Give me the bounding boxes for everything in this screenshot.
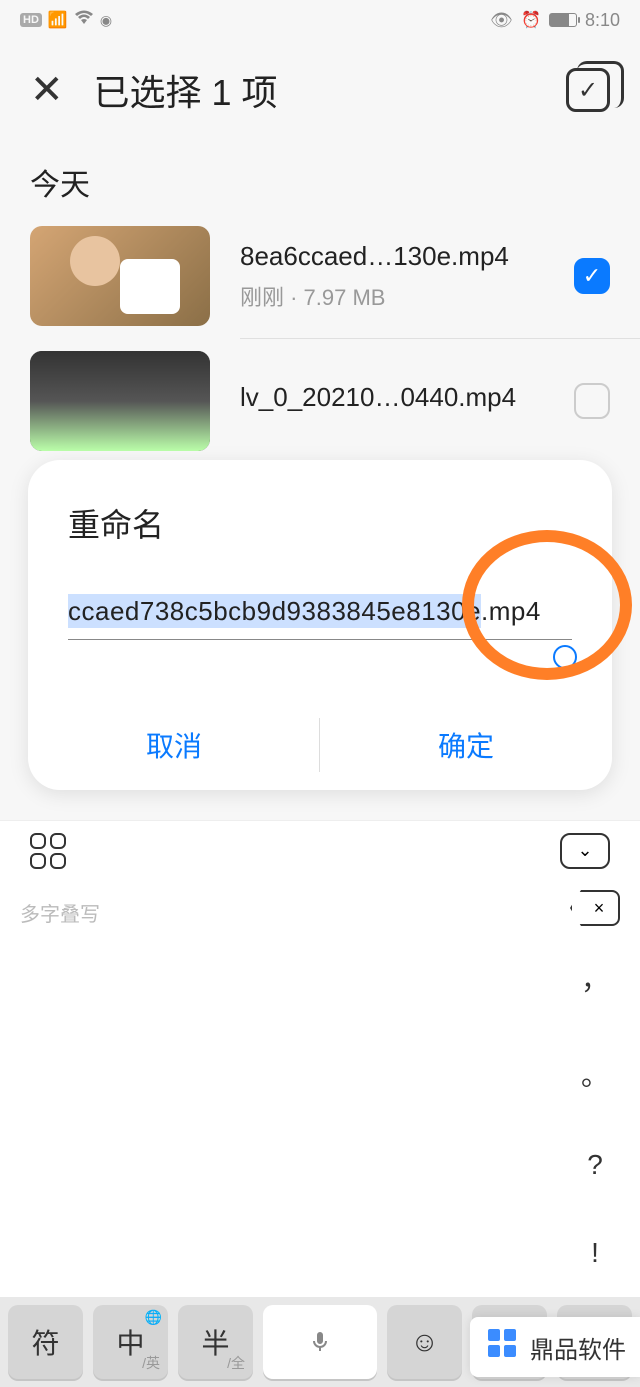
video-thumbnail bbox=[30, 226, 210, 326]
cancel-button[interactable]: 取消 bbox=[28, 700, 320, 790]
file-checkbox[interactable] bbox=[574, 383, 610, 419]
rename-dialog: 重命名 ccaed738c5bcb9d9383845e8130e.mp4 取消 … bbox=[28, 460, 612, 790]
symbol-key[interactable]: 符 bbox=[8, 1305, 83, 1379]
watermark-icon bbox=[484, 1325, 520, 1369]
file-item[interactable]: 8ea6ccaed…130e.mp4 刚刚 · 7.97 MB ✓ bbox=[0, 214, 640, 338]
punct-key[interactable]: ? bbox=[587, 1149, 603, 1181]
mic-icon bbox=[308, 1330, 332, 1354]
globe-icon: 🌐 bbox=[145, 1309, 162, 1326]
space-key[interactable] bbox=[263, 1305, 377, 1379]
handwrite-area[interactable]: 多字叠写 × ， 。 ? ! bbox=[0, 880, 640, 1297]
watermark: 鼎品软件 bbox=[470, 1317, 640, 1377]
punct-key[interactable]: 。 bbox=[581, 1054, 609, 1094]
file-checkbox[interactable]: ✓ bbox=[574, 258, 610, 294]
file-item[interactable]: lv_0_20210…0440.mp4 bbox=[0, 339, 640, 463]
page-title: 已选择 1 项 bbox=[94, 64, 536, 116]
file-name: 8ea6ccaed…130e.mp4 bbox=[240, 241, 544, 272]
watermark-text: 鼎品软件 bbox=[530, 1330, 626, 1365]
check-icon: ✓ bbox=[578, 76, 598, 105]
misc-icon: ◉ bbox=[100, 12, 112, 29]
dialog-title: 重命名 bbox=[28, 500, 612, 546]
file-name: lv_0_20210…0440.mp4 bbox=[240, 382, 544, 413]
signal-icon: 📶 bbox=[48, 10, 68, 30]
section-today: 今天 bbox=[0, 140, 640, 214]
halfwidth-key[interactable]: 半 /全 bbox=[178, 1305, 253, 1379]
status-time: 8:10 bbox=[585, 10, 620, 31]
keyboard-toolbar: ⌄ bbox=[0, 820, 640, 880]
keyboard-collapse-icon[interactable]: ⌄ bbox=[560, 833, 610, 869]
cursor-handle[interactable] bbox=[553, 645, 577, 669]
confirm-button[interactable]: 确定 bbox=[320, 700, 612, 790]
close-icon[interactable]: ✕ bbox=[30, 67, 64, 113]
file-meta: 刚刚 · 7.97 MB bbox=[240, 280, 544, 312]
wifi-icon bbox=[74, 10, 94, 31]
handwrite-label: 多字叠写 bbox=[0, 880, 640, 945]
selection-header: ✕ 已选择 1 项 ✓ bbox=[0, 40, 640, 140]
alarm-icon: ⏰ bbox=[521, 10, 541, 30]
filename-ext: .mp4 bbox=[481, 596, 541, 626]
video-thumbnail bbox=[30, 351, 210, 451]
punctuation-column: ， 。 ? ! bbox=[550, 930, 640, 1297]
filename-selected: ccaed738c5bcb9d9383845e8130e bbox=[68, 594, 481, 628]
eye-icon: 👁 bbox=[490, 10, 513, 31]
battery-icon bbox=[549, 13, 577, 27]
keyboard-grid-icon[interactable] bbox=[30, 833, 66, 869]
select-all-button[interactable]: ✓ bbox=[566, 68, 610, 112]
punct-key[interactable]: ， bbox=[581, 958, 609, 998]
language-key[interactable]: 中 /英 🌐 bbox=[93, 1305, 168, 1379]
rename-input[interactable]: ccaed738c5bcb9d9383845e8130e.mp4 bbox=[68, 596, 572, 640]
hd-badge: HD bbox=[20, 13, 42, 27]
emoji-key[interactable]: ☺ bbox=[387, 1305, 462, 1379]
status-bar: HD 📶 ◉ 👁 ⏰ 8:10 bbox=[0, 0, 640, 40]
punct-key[interactable]: ! bbox=[591, 1237, 599, 1269]
